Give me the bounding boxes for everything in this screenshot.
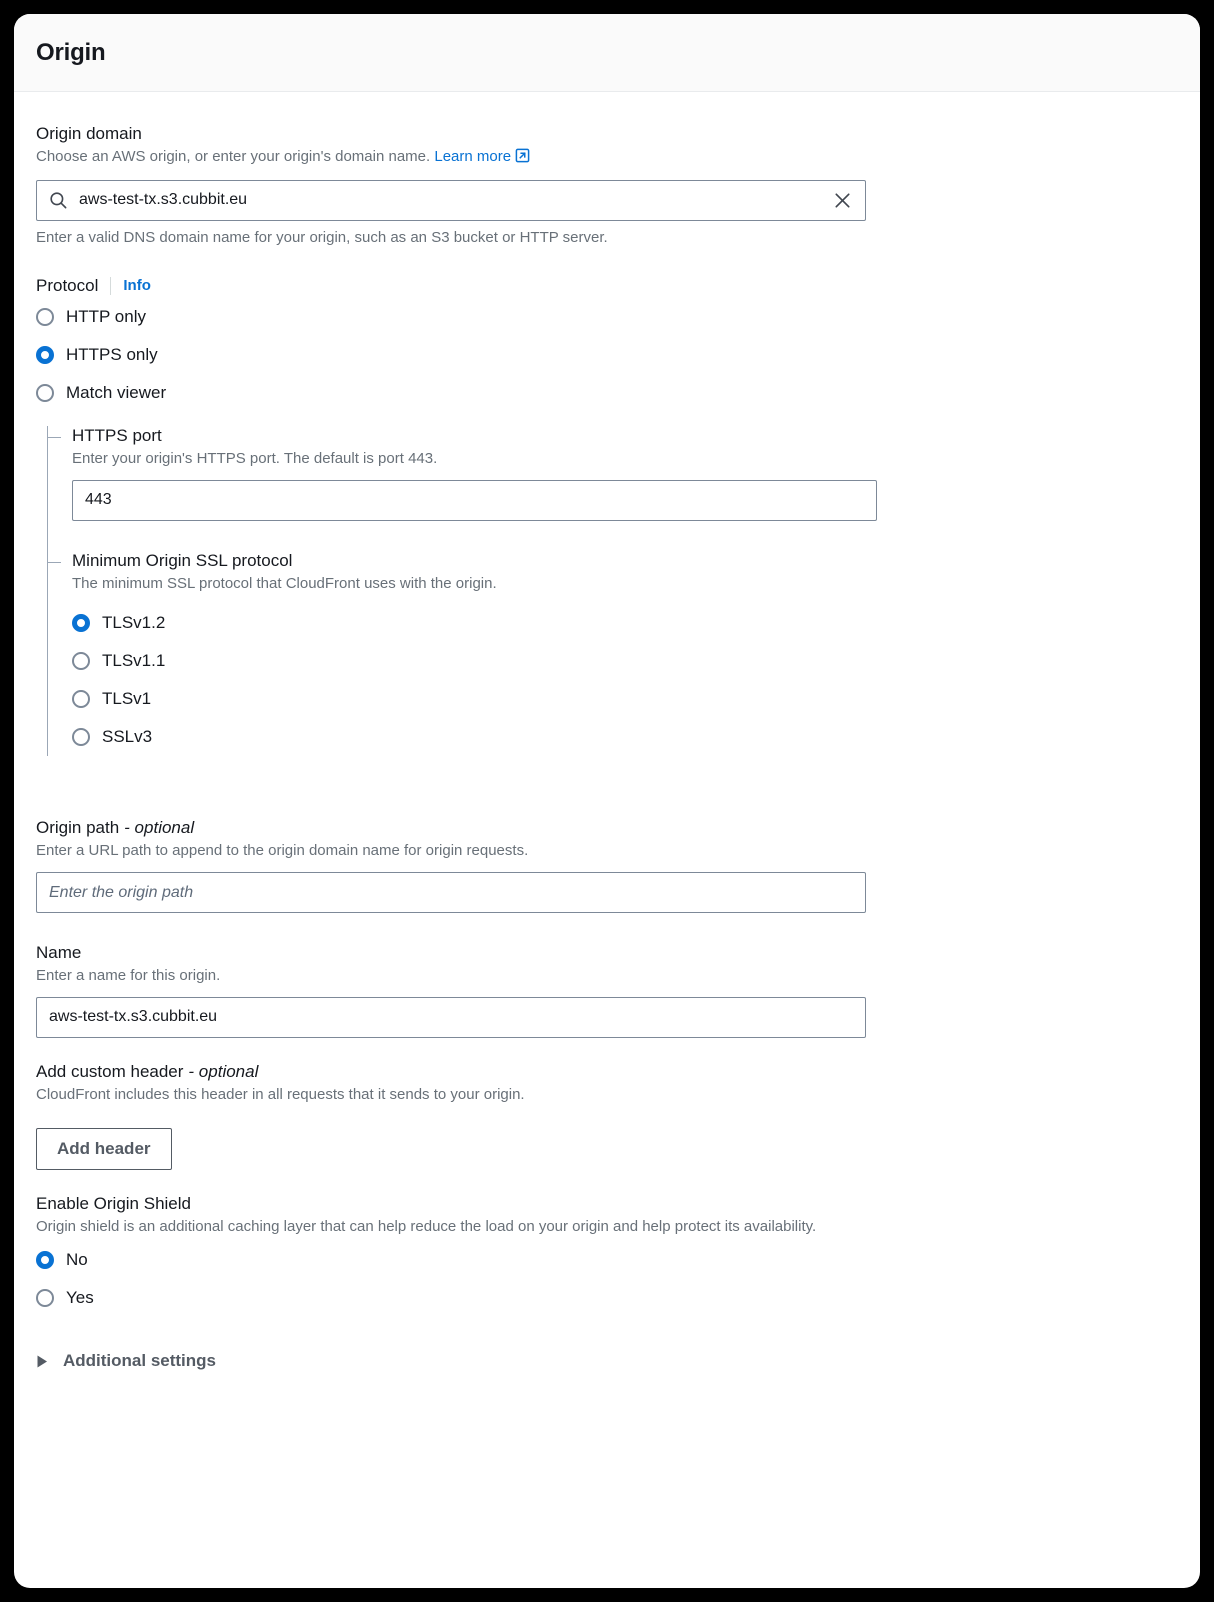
protocol-label: Protocol: [36, 275, 99, 295]
radio-origin-shield-yes[interactable]: Yes: [36, 1279, 1178, 1317]
name-label: Name: [36, 943, 82, 962]
custom-header-label: Add custom header - optional: [36, 1062, 1178, 1082]
min-ssl-section: Minimum Origin SSL protocol The minimum …: [47, 550, 1178, 757]
origin-domain-hint: Enter a valid DNS domain name for your o…: [36, 228, 608, 246]
close-icon[interactable]: [832, 190, 853, 211]
origin-shield-description: Origin shield is an additional caching l…: [36, 1217, 817, 1235]
page-title: Origin: [36, 38, 106, 66]
name-section: Name Enter a name for this origin. aws-t…: [36, 943, 1178, 1038]
origin-path-label: Origin path - optional: [36, 818, 1178, 838]
origin-shield-label: Enable Origin Shield: [36, 1193, 191, 1213]
additional-settings-toggle[interactable]: Additional settings: [36, 1351, 1178, 1371]
radio-indicator: [36, 383, 54, 402]
https-port-description: Enter your origin's HTTPS port. The defa…: [72, 449, 438, 467]
radio-label: SSLv3: [102, 727, 153, 747]
radio-label: TLSv1: [102, 689, 152, 709]
origin-domain-value: aws-test-tx.s3.cubbit.eu: [79, 191, 248, 209]
custom-header-section: Add custom header - optional CloudFront …: [36, 1062, 1178, 1170]
origin-path-section: Origin path - optional Enter a URL path …: [36, 818, 1178, 913]
name-description: Enter a name for this origin.: [36, 967, 221, 984]
radio-indicator: [72, 652, 90, 671]
radio-http-only[interactable]: HTTP only: [36, 298, 1178, 336]
add-header-button[interactable]: Add header: [36, 1127, 172, 1170]
radio-indicator: [72, 728, 90, 747]
https-port-input[interactable]: 443: [72, 479, 877, 521]
https-port-value: 443: [85, 491, 112, 508]
panel-body: Origin domain Choose an AWS origin, or e…: [14, 92, 1200, 1371]
radio-match-viewer[interactable]: Match viewer: [36, 374, 1178, 412]
radio-indicator: [72, 614, 90, 633]
radio-label: TLSv1.1: [102, 651, 166, 671]
https-port-section: HTTPS port Enter your origin's HTTPS por…: [47, 425, 1178, 521]
learn-more-link[interactable]: Learn more: [434, 148, 511, 165]
min-ssl-description: The minimum SSL protocol that CloudFront…: [72, 574, 497, 592]
radio-indicator: [36, 345, 54, 364]
protocol-nested-settings: HTTPS port Enter your origin's HTTPS por…: [36, 425, 1178, 757]
origin-path-placeholder: Enter the origin path: [49, 883, 194, 901]
custom-header-optional: - optional: [188, 1061, 259, 1081]
radio-sslv3[interactable]: SSLv3: [72, 718, 1178, 756]
name-value: aws-test-tx.s3.cubbit.eu: [49, 1008, 218, 1026]
panel-header: Origin: [14, 14, 1200, 92]
radio-indicator: [36, 307, 54, 326]
protocol-section: Protocol Info HTTP only HTTPS only Match…: [36, 276, 1178, 757]
radio-label: TLSv1.2: [102, 613, 166, 633]
protocol-label-row: Protocol Info: [36, 276, 1178, 296]
radio-label: No: [66, 1250, 88, 1270]
tree-spine: [47, 425, 48, 757]
custom-header-description: CloudFront includes this header in all r…: [36, 1085, 525, 1103]
radio-indicator: [36, 1289, 54, 1308]
name-input[interactable]: aws-test-tx.s3.cubbit.eu: [36, 996, 866, 1038]
additional-settings-label: Additional settings: [63, 1351, 216, 1371]
radio-label: Match viewer: [66, 382, 167, 402]
https-port-label: HTTPS port: [72, 425, 162, 445]
protocol-info-link[interactable]: Info: [123, 277, 151, 294]
radio-indicator: [72, 690, 90, 709]
origin-domain-section: Origin domain Choose an AWS origin, or e…: [36, 124, 1178, 246]
origin-path-description: Enter a URL path to append to the origin…: [36, 842, 529, 860]
origin-shield-section: Enable Origin Shield Origin shield is an…: [36, 1194, 1178, 1318]
origin-panel: Origin Origin domain Choose an AWS origi…: [14, 14, 1200, 1588]
radio-label: HTTPS only: [66, 344, 158, 364]
radio-tlsv12[interactable]: TLSv1.2: [72, 604, 1178, 642]
origin-domain-description: Choose an AWS origin, or enter your orig…: [36, 146, 1178, 170]
min-ssl-label: Minimum Origin SSL protocol: [72, 550, 293, 570]
radio-https-only[interactable]: HTTPS only: [36, 336, 1178, 374]
radio-tlsv1[interactable]: TLSv1: [72, 680, 1178, 718]
origin-path-label-text: Origin path: [36, 818, 120, 838]
info-divider: [110, 276, 112, 295]
radio-origin-shield-no[interactable]: No: [36, 1241, 1178, 1279]
origin-domain-label: Origin domain: [36, 124, 142, 143]
origin-domain-input[interactable]: aws-test-tx.s3.cubbit.eu: [36, 179, 866, 221]
origin-domain-description-text: Choose an AWS origin, or enter your orig…: [36, 148, 431, 165]
caret-right-icon: [36, 1354, 49, 1369]
custom-header-label-text: Add custom header: [36, 1061, 184, 1081]
radio-label: HTTP only: [66, 306, 146, 326]
search-icon: [49, 191, 68, 210]
radio-indicator: [36, 1251, 54, 1270]
external-link-icon: [515, 148, 530, 170]
radio-label: Yes: [66, 1288, 94, 1308]
origin-path-input[interactable]: Enter the origin path: [36, 872, 866, 913]
radio-tlsv11[interactable]: TLSv1.1: [72, 642, 1178, 680]
origin-path-optional: - optional: [124, 818, 195, 838]
